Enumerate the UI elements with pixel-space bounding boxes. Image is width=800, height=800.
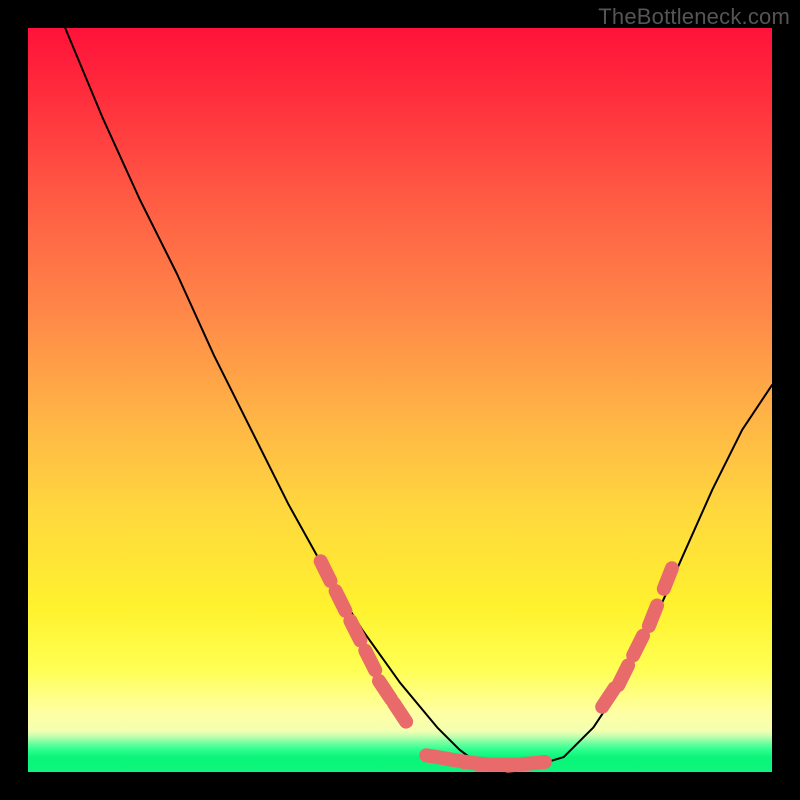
marker-left-cluster: [350, 621, 360, 641]
marker-right-cluster: [602, 688, 614, 706]
curve-layer: [28, 28, 772, 772]
marker-left-cluster: [365, 651, 375, 671]
marker-right-cluster: [664, 568, 672, 589]
marker-floor-cluster: [523, 762, 545, 764]
plot-area: [28, 28, 772, 772]
marker-right-cluster: [649, 606, 657, 627]
chart-frame: TheBottleneck.com: [0, 0, 800, 800]
marker-left-cluster: [321, 561, 331, 581]
marker-right-cluster: [633, 636, 643, 656]
marker-left-cluster: [394, 703, 406, 721]
marker-left-cluster: [336, 591, 346, 611]
watermark-text: TheBottleneck.com: [598, 4, 790, 30]
bottleneck-curve: [65, 28, 772, 768]
marker-left-cluster: [379, 681, 391, 699]
marker-right-cluster: [618, 665, 628, 685]
